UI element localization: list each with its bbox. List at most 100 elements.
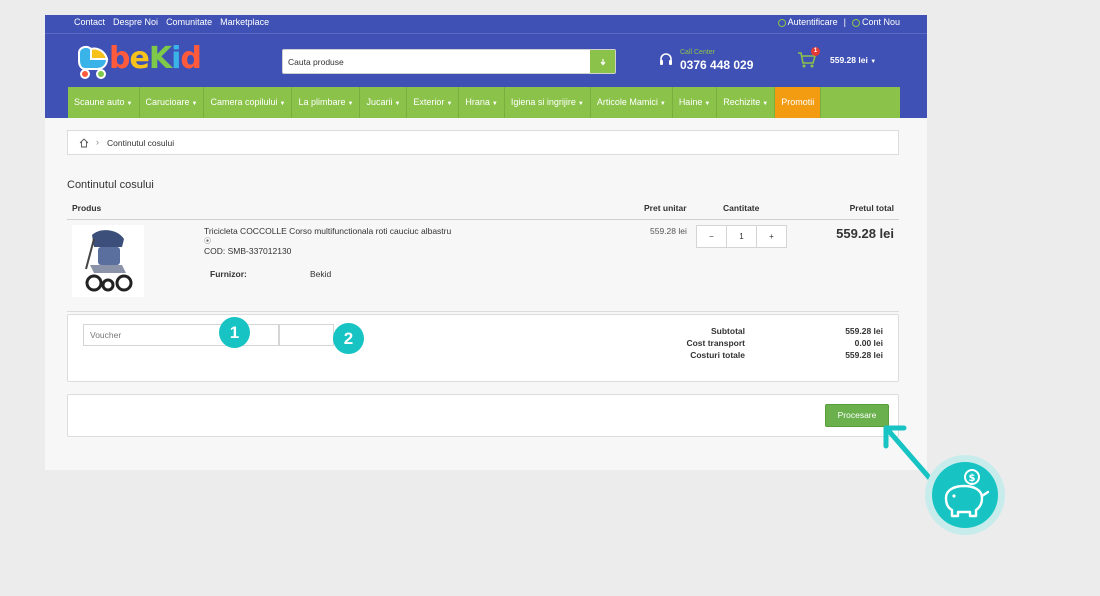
subtotal-label: Subtotal [711,326,745,336]
line-total: 559.28 lei [836,226,894,241]
contact-link[interactable]: Contact [74,17,105,27]
caret-down-icon: ▼ [491,101,498,107]
transport-label: Cost transport [686,338,745,348]
nav-hrana[interactable]: Hrana ▼ [459,87,505,118]
checkout-box: Procesare [67,394,899,437]
nav-igiena[interactable]: Igiena si ingrijire ▼ [505,87,591,118]
search-button[interactable] [590,50,615,73]
product-code: COD: SMB-337012130 [204,246,292,256]
caret-down-icon: ▼ [347,101,354,107]
tricycle-image [85,230,133,292]
grand-total-value: 559.28 lei [845,350,883,360]
register-icon [851,18,860,27]
caret-down-icon: ▼ [394,101,401,107]
call-center-label: Call Center [680,49,716,56]
step-marker-2: 2 [333,323,364,354]
nav-label: Camera copilului [210,97,278,107]
supplier-label: Furnizor: [210,269,247,279]
header-total-price: Pretul total [849,203,894,213]
top-links: Contact Despre Noi Comunitate Marketplac… [74,17,269,27]
nav-label: Hrana [465,97,490,107]
login-icon [777,18,786,27]
nav-carucioare[interactable]: Carucioare ▼ [140,87,205,118]
cart-table-header: Produs Pret unitar Cantitate Pretul tota… [67,201,899,220]
step-marker-1: 1 [219,317,250,348]
caret-down-icon: ▼ [659,101,666,107]
marketplace-link[interactable]: Marketplace [220,17,269,27]
nav-jucarii[interactable]: Jucarii ▼ [360,87,408,118]
nav-label: Jucarii [366,97,393,107]
caret-down-icon: ▼ [191,101,198,107]
grand-total-label: Costuri totale [690,350,745,360]
nav-scaune-auto[interactable]: Scaune auto ▼ [68,87,140,118]
caret-down-icon: ▼ [577,101,584,107]
search-box [282,49,616,74]
header-unit-price: Pret unitar [644,203,687,213]
caret-down-icon: ▼ [762,101,769,107]
voucher-apply-button[interactable] [279,324,334,346]
product-name[interactable]: Tricicleta COCCOLLE Corso multifunctiona… [204,226,451,236]
subtotal-value: 559.28 lei [845,326,883,336]
nav-camera-copilului[interactable]: Camera copilului ▼ [204,87,293,118]
login-label: Autentificare [787,17,838,27]
cart-total: 559.28 lei ▼ [830,55,876,65]
piggy-bank-icon: $ [932,462,998,528]
cart-item-row: Tricicleta COCCOLLE Corso multifunctiona… [67,219,899,312]
quantity-stepper: − 1 + [696,225,787,248]
home-icon[interactable] [79,138,89,148]
unit-price: 559.28 lei [650,226,687,236]
caret-down-icon: ▼ [126,101,133,107]
nav-label: Articole Mamici [596,97,658,107]
page-title: Continutul cosului [67,179,154,191]
register-label: Cont Nou [861,17,900,27]
nav-articole-mamici[interactable]: Articole Mamici ▼ [591,87,673,118]
quantity-increase-button[interactable]: + [756,225,787,248]
header-quantity: Cantitate [723,203,760,213]
piggy-bank-badge: $ [925,455,1005,535]
nav-label: Rechizite [723,97,761,107]
remove-icon[interactable]: ⦿ [204,236,211,246]
main-nav: Scaune auto ▼ Carucioare ▼ Camera copilulu… [68,87,900,118]
call-center-number: 0376 448 029 [680,58,754,72]
community-link[interactable]: Comunitate [166,17,212,27]
register-link[interactable]: Cont Nou [851,17,900,27]
svg-text:$: $ [969,473,976,484]
nav-label: Haine [678,97,703,107]
cart-total-value: 559.28 lei [830,55,868,65]
quantity-decrease-button[interactable]: − [696,225,727,248]
cart-count-badge: 1 [811,47,820,56]
headset-icon [660,53,672,65]
stroller-logo-icon [78,45,109,79]
nav-label: La plimbare [298,97,346,107]
quantity-input[interactable]: 1 [726,225,757,248]
nav-haine[interactable]: Haine ▼ [673,87,718,118]
about-link[interactable]: Despre Noi [113,17,158,27]
account-separator: | [843,17,846,27]
nav-promotii[interactable]: Promotii [775,87,822,118]
nav-label: Carucioare [145,97,190,107]
nav-label: Exterior [413,97,445,107]
site-frame: Contact Despre Noi Comunitate Marketplac… [45,15,927,470]
login-link[interactable]: Autentificare [777,17,838,27]
chevron-right-icon: › [96,137,99,147]
logo-wordmark: beKid [109,41,202,76]
breadcrumb: › Continutul cosului [67,130,899,155]
site-header: Contact Despre Noi Comunitate Marketplac… [45,15,927,118]
product-image[interactable] [72,225,144,297]
transport-value: 0.00 lei [854,338,883,348]
search-input[interactable] [283,50,589,73]
summary-box: Subtotal 559.28 lei Cost transport 0.00 … [67,314,899,382]
search-icon [600,58,605,65]
caret-down-icon: ▼ [279,101,286,107]
nav-rechizite[interactable]: Rechizite ▼ [717,87,776,118]
site-logo[interactable]: beKid [73,41,202,81]
header-product: Produs [72,203,102,213]
caret-down-icon: ▼ [704,101,711,107]
supplier-value: Bekid [310,269,332,279]
caret-down-icon: ▼ [446,101,453,107]
top-bar: Contact Despre Noi Comunitate Marketplac… [45,15,927,34]
nav-exterior[interactable]: Exterior ▼ [407,87,460,118]
nav-la-plimbare[interactable]: La plimbare ▼ [292,87,361,118]
nav-label: Igiena si ingrijire [510,97,576,107]
breadcrumb-current: Continutul cosului [107,138,175,148]
